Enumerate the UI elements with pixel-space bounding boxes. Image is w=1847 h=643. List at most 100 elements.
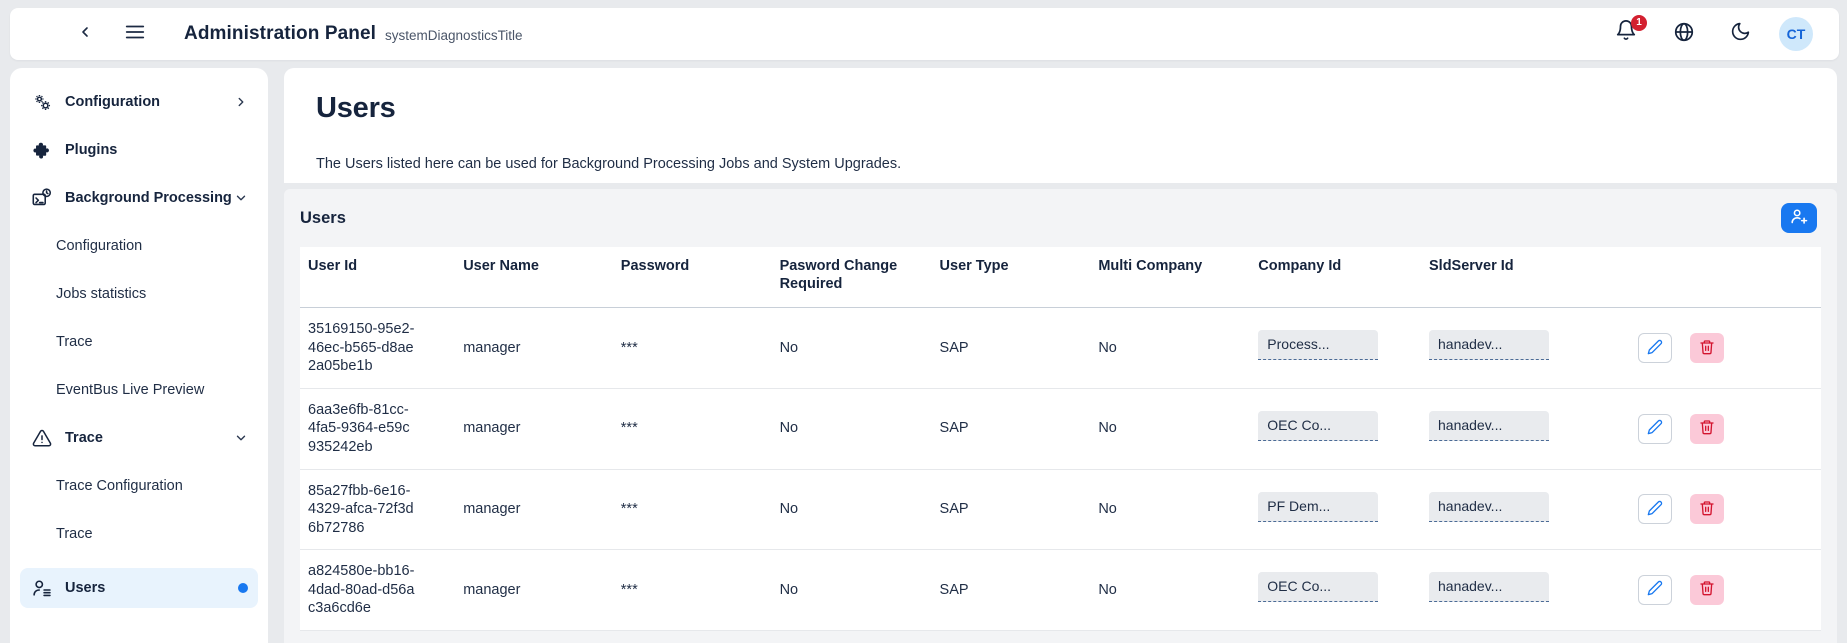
sidebar-item-label: Trace [65,430,103,446]
sldserver-id-input[interactable]: hanadev... [1429,330,1549,360]
cell-sldserver-id: hanadev... [1421,308,1630,389]
table-title: Users [300,209,346,228]
trash-icon [1699,419,1715,438]
sidebar-item-background-processing[interactable]: Background Processing [20,178,258,218]
cell-user-type: SAP [932,550,1091,631]
table-toolbar: Users [284,189,1837,247]
pencil-icon [1647,500,1663,519]
user-id-value: 6aa3e6fb-81cc-4fa5-9364-e59c935242eb [308,401,416,457]
language-button[interactable] [1667,17,1701,51]
background-processing-icon [30,186,54,210]
cell-company-id: OEC Co... [1250,388,1421,469]
cell-password: *** [613,550,772,631]
cell-actions [1630,308,1821,389]
company-id-input[interactable]: OEC Co... [1258,411,1378,441]
column-header-password-change-required[interactable]: Pasword Change Required [772,247,932,308]
cell-multi-company: No [1090,308,1250,389]
column-header-user-type[interactable]: User Type [932,247,1091,308]
sidebar-item-plugins[interactable]: Plugins [20,130,258,170]
bell-wrapper: 1 [1615,19,1641,49]
gears-icon [30,90,54,114]
back-button[interactable] [68,17,102,51]
column-header-user-name[interactable]: User Name [455,247,613,308]
users-list-icon [30,576,54,600]
sidebar-item-users[interactable]: Users [20,568,258,608]
cell-actions [1630,388,1821,469]
delete-user-button[interactable] [1690,414,1724,444]
sidebar-subitem-trace-configuration[interactable]: Trace Configuration [20,466,258,506]
user-id-value: 35169150-95e2-46ec-b565-d8ae2a05be1b [308,320,416,376]
cell-password-change-required: No [772,308,932,389]
cell-multi-company: No [1090,469,1250,550]
topbar-actions: 1 CT [1611,17,1839,51]
sidebar-subitem-eventbus-live-preview[interactable]: EventBus Live Preview [20,370,258,410]
user-id-value: a824580e-bb16-4dad-80ad-d56ac3a6cd6e [308,562,416,618]
sidebar-subitem-trace[interactable]: Trace [20,322,258,362]
app-subtitle: systemDiagnosticsTitle [385,28,523,60]
bell-icon [1615,28,1637,45]
column-header-company-id[interactable]: Company Id [1250,247,1421,308]
page-intro-card: Users The Users listed here can be used … [284,68,1837,183]
delete-user-button[interactable] [1690,333,1724,363]
edit-user-button[interactable] [1638,333,1672,363]
cell-multi-company: No [1090,388,1250,469]
cell-company-id: PF Dem... [1250,469,1421,550]
cell-user-name: manager [455,469,613,550]
sidebar-item-configuration[interactable]: Configuration [20,82,258,122]
cell-user-type: SAP [932,308,1091,389]
company-id-input[interactable]: OEC Co... [1258,572,1378,602]
column-header-sldserver-id[interactable]: SldServer Id [1421,247,1630,308]
sldserver-id-input[interactable]: hanadev... [1429,572,1549,602]
warning-triangle-icon [30,426,54,450]
main-content: Users The Users listed here can be used … [284,68,1837,643]
cell-user-type: SAP [932,388,1091,469]
user-id-value: 85a27fbb-6e16-4329-afca-72f3d6b72786 [308,482,416,538]
sldserver-id-input[interactable]: hanadev... [1429,411,1549,441]
sidebar-subitem-jobs-statistics[interactable]: Jobs statistics [20,274,258,314]
hamburger-menu-icon [124,21,146,48]
menu-toggle-button[interactable] [118,17,152,51]
cell-sldserver-id: hanadev... [1421,469,1630,550]
sidebar-subitem-trace-2[interactable]: Trace [20,514,258,554]
edit-user-button[interactable] [1638,414,1672,444]
cell-user-id: 35169150-95e2-46ec-b565-d8ae2a05be1b [300,308,455,389]
globe-icon [1673,21,1695,48]
user-avatar[interactable]: CT [1779,17,1813,51]
table-row: 6aa3e6fb-81cc-4fa5-9364-e59c935242eb man… [300,388,1821,469]
company-id-input[interactable]: Process... [1258,330,1378,360]
column-header-password[interactable]: Password [613,247,772,308]
column-header-user-id[interactable]: User Id [300,247,455,308]
dark-mode-toggle[interactable] [1723,17,1757,51]
sidebar-item-trace[interactable]: Trace [20,418,258,458]
cell-multi-company: No [1090,550,1250,631]
cell-user-name: manager [455,308,613,389]
add-user-button[interactable] [1781,203,1817,233]
notification-badge: 1 [1631,15,1647,31]
cell-user-id: 85a27fbb-6e16-4329-afca-72f3d6b72786 [300,469,455,550]
table-body: 35169150-95e2-46ec-b565-d8ae2a05be1b man… [300,308,1821,631]
edit-user-button[interactable] [1638,575,1672,605]
sldserver-id-input[interactable]: hanadev... [1429,492,1549,522]
company-id-input[interactable]: PF Dem... [1258,492,1378,522]
delete-user-button[interactable] [1690,494,1724,524]
cell-actions [1630,550,1821,631]
cell-password: *** [613,469,772,550]
trash-icon [1699,580,1715,599]
chevron-down-icon [234,191,248,205]
pencil-icon [1647,419,1663,438]
column-header-multi-company[interactable]: Multi Company [1090,247,1250,308]
cell-company-id: Process... [1250,308,1421,389]
cell-user-id: a824580e-bb16-4dad-80ad-d56ac3a6cd6e [300,550,455,631]
cell-company-id: OEC Co... [1250,550,1421,631]
cell-sldserver-id: hanadev... [1421,550,1630,631]
users-table: User Id User Name Password Pasword Chang… [300,247,1821,631]
notifications-button[interactable]: 1 [1611,17,1645,51]
sidebar-item-label: Users [65,580,105,596]
sidebar-subitem-configuration[interactable]: Configuration [20,226,258,266]
delete-user-button[interactable] [1690,575,1724,605]
page-description: The Users listed here can be used for Ba… [316,156,1805,172]
cell-user-id: 6aa3e6fb-81cc-4fa5-9364-e59c935242eb [300,388,455,469]
edit-user-button[interactable] [1638,494,1672,524]
chevron-right-icon [234,95,248,109]
cell-actions [1630,469,1821,550]
